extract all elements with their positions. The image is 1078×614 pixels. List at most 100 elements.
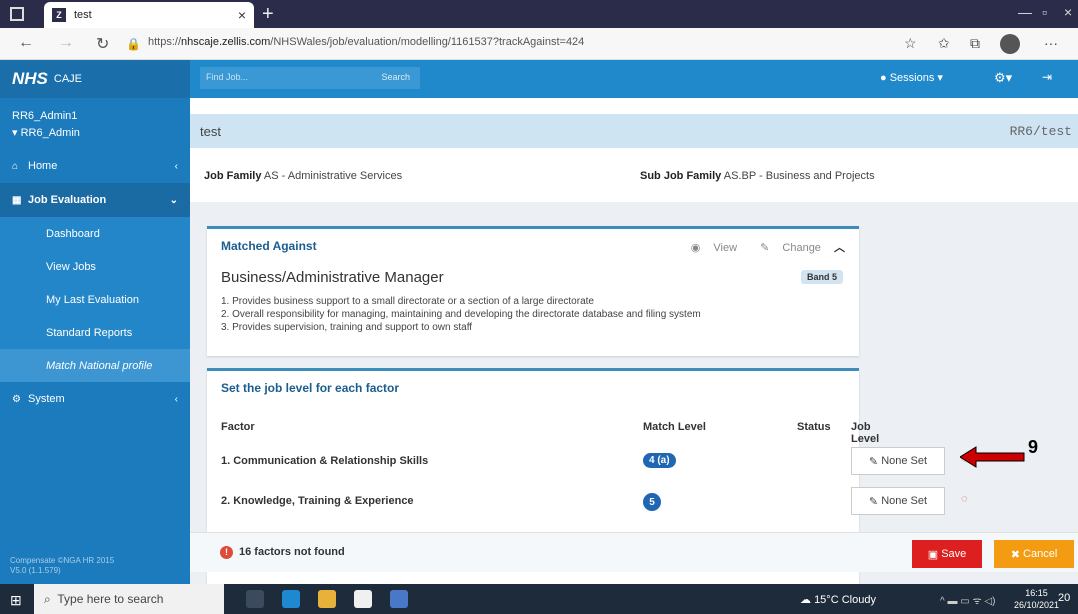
- search-button[interactable]: Search: [381, 72, 410, 82]
- x-icon: ✖: [1010, 548, 1024, 561]
- store-icon[interactable]: [354, 590, 372, 608]
- task-view-icon[interactable]: [246, 590, 264, 608]
- profile-avatar[interactable]: [1000, 34, 1020, 54]
- collections-icon[interactable]: ⧉: [970, 35, 980, 52]
- col-match-level: Match Level: [643, 421, 706, 433]
- user-panel: RR6_Admin1 ▾ RR6_Admin: [0, 98, 190, 139]
- info-icon: ●: [880, 72, 887, 84]
- clock-date: 26/10/2021: [1014, 600, 1060, 610]
- chevron-down-icon: ⌄: [169, 194, 178, 206]
- collapse-icon[interactable]: ︿: [834, 242, 845, 254]
- job-level-button[interactable]: ✎ None Set: [851, 447, 945, 475]
- back-icon[interactable]: ←: [18, 34, 34, 52]
- weather-widget[interactable]: ☁ 15°C Cloudy: [800, 593, 876, 606]
- col-factor: Factor: [221, 421, 255, 433]
- table-row: 2. Knowledge, Training & Experience 5 ✎ …: [207, 483, 968, 521]
- more-icon[interactable]: ···: [1044, 35, 1058, 51]
- view-link[interactable]: ◉ View: [681, 242, 737, 254]
- table-icon: ▦: [12, 194, 22, 206]
- sub-job-family-value: AS.BP - Business and Projects: [723, 170, 875, 182]
- cogs-icon: ⚙: [12, 393, 21, 405]
- file-explorer-icon[interactable]: [318, 590, 336, 608]
- address-bar: ← → ↻ 🔒 https://nhscaje.zellis.com/NHSWa…: [0, 28, 1078, 60]
- sidebar-item-home[interactable]: ⌂ Home ‹: [0, 149, 190, 183]
- clock-time: 16:15: [1025, 588, 1048, 598]
- sessions-label: Sessions ▾: [889, 72, 943, 84]
- notification-icon[interactable]: 20: [1058, 592, 1070, 604]
- job-level-button[interactable]: ✎ None Set: [851, 487, 945, 515]
- minimize-icon[interactable]: —: [1018, 4, 1032, 20]
- sidebar-item-view-jobs[interactable]: View Jobs: [0, 250, 190, 283]
- job-evaluation-submenu: Dashboard View Jobs My Last Evaluation S…: [0, 217, 190, 382]
- close-window-icon[interactable]: ×: [1064, 4, 1072, 20]
- profile-points: 1. Provides business support to a small …: [221, 295, 701, 334]
- pencil-icon: ✎: [760, 242, 773, 254]
- tab-close-icon[interactable]: ×: [238, 7, 246, 23]
- job-family-row: Job Family AS - Administrative Services …: [190, 148, 1078, 202]
- annotation-arrow-icon: [960, 446, 1025, 468]
- logo-caje: CAJE: [53, 73, 83, 85]
- logout-icon[interactable]: ⇥: [1042, 70, 1052, 84]
- eye-icon: ◉: [690, 242, 704, 254]
- sidebar-item-job-evaluation[interactable]: ▦ Job Evaluation ⌄: [0, 183, 190, 217]
- new-tab-icon[interactable]: +: [262, 3, 274, 26]
- chevron-left-icon: ‹: [174, 160, 178, 172]
- sidebar-item-dashboard[interactable]: Dashboard: [0, 217, 190, 250]
- user-role[interactable]: ▾ RR6_Admin: [12, 126, 178, 139]
- sessions-dropdown[interactable]: ● Sessions ▾: [880, 71, 943, 84]
- gear-icon[interactable]: ⚙▾: [994, 70, 1012, 86]
- save-button[interactable]: ▣ Save: [912, 540, 982, 568]
- warning-text: 16 factors not found: [239, 546, 345, 558]
- factor-name: 1. Communication & Relationship Skills: [221, 455, 429, 467]
- find-job-input[interactable]: Find Job... Search: [200, 67, 420, 89]
- url-field[interactable]: https://nhscaje.zellis.com/NHSWales/job/…: [148, 36, 584, 48]
- matched-against-box: Matched Against ◉ View ✎ Change ︿ Busine…: [207, 226, 859, 356]
- tab-title: test: [74, 9, 92, 21]
- logo[interactable]: NHS CAJE: [0, 60, 190, 98]
- cancel-button[interactable]: ✖ Cancel: [994, 540, 1074, 568]
- box-tools: ◉ View ✎ Change ︿: [671, 239, 845, 255]
- browser-tab[interactable]: Z test ×: [44, 2, 254, 28]
- windows-start-icon[interactable]: ⊞: [10, 592, 22, 609]
- window-menu-icon[interactable]: [10, 7, 24, 21]
- version-text: V5.0 (1.1.579): [10, 566, 61, 575]
- job-family-value: AS - Administrative Services: [263, 170, 403, 182]
- sidebar-item-label: Home: [28, 160, 58, 172]
- cloud-icon: ☁: [800, 594, 815, 606]
- job-level-heading: Set the job level for each factor: [221, 381, 400, 395]
- sub-job-family-label: Sub Job Family: [640, 170, 722, 182]
- factor-name: 2. Knowledge, Training & Experience: [221, 495, 414, 507]
- footer-bar: ! 16 factors not found ▣ Save ✖ Cancel: [190, 532, 1078, 572]
- read-aloud-icon[interactable]: ☆: [904, 35, 917, 52]
- favorites-icon[interactable]: ✩: [938, 35, 950, 52]
- lock-icon[interactable]: 🔒: [126, 37, 141, 51]
- user-name: RR6_Admin1: [12, 110, 78, 122]
- profile-point: 2. Overall responsibility for managing, …: [221, 309, 701, 320]
- find-job-placeholder: Find Job...: [206, 72, 249, 82]
- sidebar-item-standard-reports[interactable]: Standard Reports: [0, 316, 190, 349]
- mail-icon[interactable]: [390, 590, 408, 608]
- change-link[interactable]: ✎ Change: [750, 242, 821, 254]
- sidebar-item-match-national-profile[interactable]: Match National profile: [0, 349, 190, 382]
- comment-icon[interactable]: ◌: [961, 493, 968, 505]
- taskbar-search-input[interactable]: ⌕ Type here to search: [34, 584, 224, 614]
- edge-icon[interactable]: [282, 590, 300, 608]
- profile-point: 3. Provides supervision, training and su…: [221, 322, 473, 333]
- matched-against-heading: Matched Against: [221, 239, 317, 253]
- clock[interactable]: 16:15 26/10/2021: [1014, 587, 1059, 611]
- sub-job-family: Sub Job Family AS.BP - Business and Proj…: [640, 170, 875, 182]
- system-tray-icons[interactable]: ^ ▬ ▭ ᯤ ◁): [940, 593, 995, 607]
- job-title-bar: test RR6/test: [190, 114, 1078, 148]
- sidebar-item-system[interactable]: ⚙ System ‹: [0, 382, 190, 416]
- favicon-icon: Z: [52, 8, 66, 22]
- notification-count: 20: [1058, 592, 1071, 604]
- forward-icon[interactable]: →: [58, 34, 74, 52]
- col-status: Status: [797, 421, 831, 433]
- refresh-icon[interactable]: ↻: [96, 34, 109, 54]
- match-level-badge: 4 (a): [643, 453, 676, 468]
- sidebar-item-my-last-evaluation[interactable]: My Last Evaluation: [0, 283, 190, 316]
- change-label: Change: [782, 242, 821, 254]
- maximize-icon[interactable]: ▫: [1042, 4, 1047, 20]
- pencil-icon: ✎: [868, 455, 882, 468]
- sidebar: NHS CAJE RR6_Admin1 ▾ RR6_Admin ⌂ Home ‹…: [0, 60, 190, 584]
